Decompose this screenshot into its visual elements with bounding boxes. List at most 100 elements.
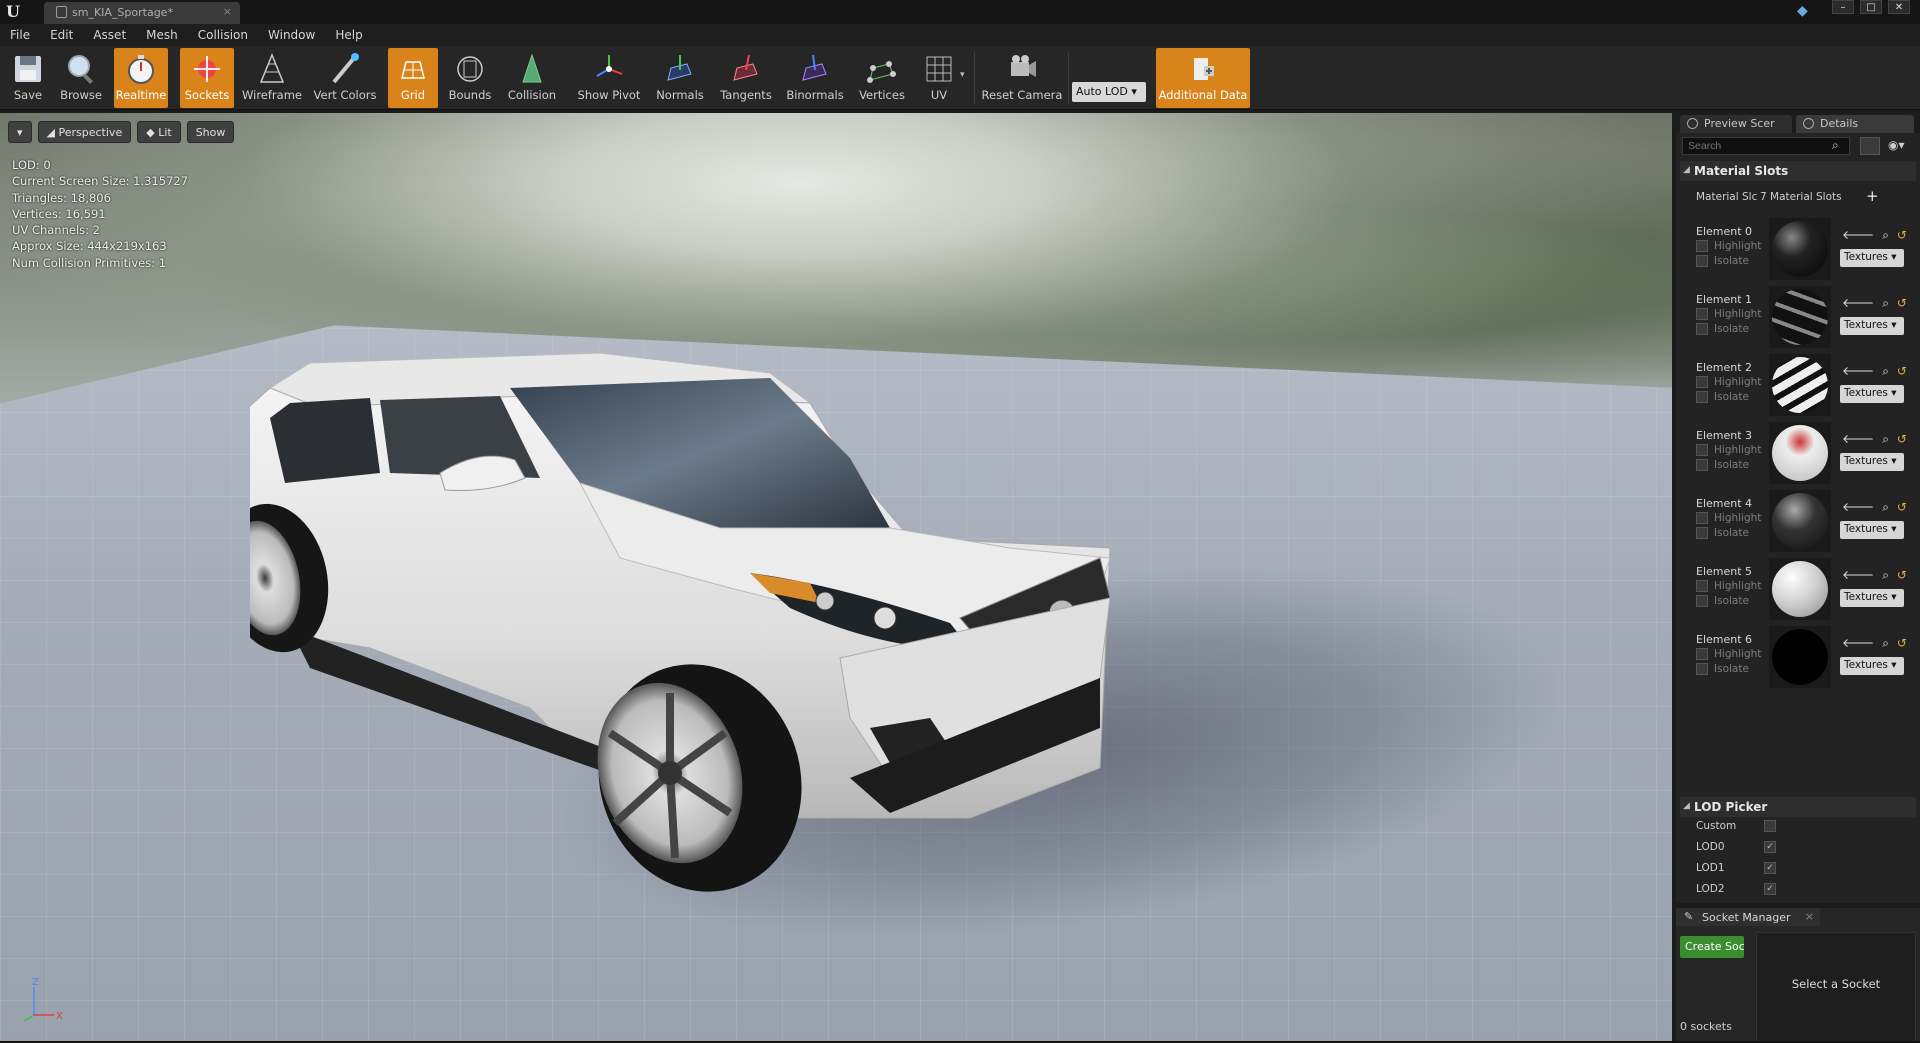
menu-collision[interactable]: Collision <box>198 24 248 46</box>
highlight-checkbox[interactable] <box>1696 240 1708 252</box>
lod-select[interactable]: Auto LOD ▾ <box>1072 82 1146 102</box>
material-thumbnail[interactable] <box>1768 557 1832 621</box>
lit-button[interactable]: ◆ Lit <box>137 121 181 143</box>
show-pivot-button[interactable]: Show Pivot <box>576 48 642 108</box>
highlight-checkbox[interactable] <box>1696 648 1708 660</box>
close-window-button[interactable]: ✕ <box>1888 0 1910 14</box>
isolate-checkbox[interactable] <box>1696 255 1708 267</box>
normals-button[interactable]: Normals <box>650 48 710 108</box>
lod2-checkbox[interactable]: ✓ <box>1764 883 1776 895</box>
menu-mesh[interactable]: Mesh <box>146 24 178 46</box>
isolate-checkbox[interactable] <box>1696 663 1708 675</box>
material-dropdown[interactable]: Textures ▾ <box>1840 249 1904 267</box>
highlight-checkbox[interactable] <box>1696 580 1708 592</box>
view-options-icon[interactable] <box>1860 137 1880 155</box>
save-button[interactable]: Save <box>6 48 50 108</box>
binormals-button[interactable]: Binormals <box>782 48 848 108</box>
reset-icon[interactable]: ↺ <box>1897 432 1915 446</box>
tab-socket-manager[interactable]: ✎ Socket Manager × <box>1676 908 1820 926</box>
reset-icon[interactable]: ↺ <box>1897 568 1915 582</box>
search-input[interactable] <box>1682 137 1850 155</box>
lod1-checkbox[interactable]: ✓ <box>1764 862 1776 874</box>
menu-asset[interactable]: Asset <box>93 24 126 46</box>
reset-icon[interactable]: ↺ <box>1897 228 1915 242</box>
reset-icon[interactable]: ↺ <box>1897 500 1915 514</box>
material-dropdown[interactable]: Textures ▾ <box>1840 521 1904 539</box>
material-thumbnail[interactable] <box>1768 285 1832 349</box>
realtime-button[interactable]: Realtime <box>114 48 168 108</box>
browse-icon[interactable]: ⌕ <box>1882 228 1897 242</box>
reset-camera-button[interactable]: Reset Camera <box>980 48 1064 108</box>
material-dropdown[interactable]: Textures ▾ <box>1840 453 1904 471</box>
lod-picker-header[interactable]: ◢ LOD Picker <box>1680 797 1916 817</box>
lod-custom-checkbox[interactable] <box>1764 820 1776 832</box>
viewport-options-button[interactable]: ▾ <box>8 121 32 143</box>
browse-icon[interactable]: ⌕ <box>1882 500 1897 514</box>
maximize-button[interactable]: □ <box>1860 0 1882 14</box>
highlight-checkbox[interactable] <box>1696 376 1708 388</box>
material-thumbnail[interactable] <box>1768 217 1832 281</box>
grid-button[interactable]: Grid <box>388 48 438 108</box>
use-selected-icon[interactable]: 🡐 <box>1842 636 1882 650</box>
vert-colors-button[interactable]: Vert Colors <box>310 48 380 108</box>
isolate-checkbox[interactable] <box>1696 391 1708 403</box>
highlight-checkbox[interactable] <box>1696 308 1708 320</box>
tab-preview-scene[interactable]: Preview Scer <box>1680 115 1792 133</box>
close-icon[interactable]: × <box>223 5 232 18</box>
use-selected-icon[interactable]: 🡐 <box>1842 296 1882 310</box>
viewport[interactable]: ▾ ◢ Perspective ◆ Lit Show LOD: 0 Curren… <box>0 113 1672 1041</box>
wireframe-button[interactable]: Wireframe <box>242 48 302 108</box>
menu-help[interactable]: Help <box>335 24 362 46</box>
additional-data-button[interactable]: Additional Data <box>1156 48 1250 108</box>
eye-icon[interactable]: ◉▾ <box>1888 138 1905 152</box>
use-selected-icon[interactable]: 🡐 <box>1842 364 1882 378</box>
sockets-button[interactable]: Sockets <box>180 48 234 108</box>
use-selected-icon[interactable]: 🡐 <box>1842 568 1882 582</box>
source-control-icon[interactable]: ◆ <box>1797 3 1815 19</box>
material-thumbnail[interactable] <box>1768 625 1832 689</box>
use-selected-icon[interactable]: 🡐 <box>1842 432 1882 446</box>
material-dropdown[interactable]: Textures ▾ <box>1840 589 1904 607</box>
menu-edit[interactable]: Edit <box>50 24 73 46</box>
use-selected-icon[interactable]: 🡐 <box>1842 228 1882 242</box>
asset-tab[interactable]: sm_KIA_Sportage* × <box>44 2 240 24</box>
lod0-checkbox[interactable]: ✓ <box>1764 841 1776 853</box>
minimize-button[interactable]: – <box>1832 0 1854 14</box>
browse-icon[interactable]: ⌕ <box>1882 432 1897 446</box>
perspective-button[interactable]: ◢ Perspective <box>37 121 132 143</box>
material-thumbnail[interactable] <box>1768 421 1832 485</box>
material-dropdown[interactable]: Textures ▾ <box>1840 385 1904 403</box>
show-button[interactable]: Show <box>186 121 235 143</box>
isolate-checkbox[interactable] <box>1696 323 1708 335</box>
bounds-button[interactable]: Bounds <box>446 48 494 108</box>
material-slots-header[interactable]: ◢ Material Slots <box>1680 161 1916 181</box>
material-thumbnail[interactable] <box>1768 353 1832 417</box>
tab-details[interactable]: Details <box>1796 115 1914 133</box>
isolate-checkbox[interactable] <box>1696 595 1708 607</box>
close-icon[interactable]: × <box>1805 910 1814 923</box>
isolate-checkbox[interactable] <box>1696 527 1708 539</box>
uv-button[interactable]: UV <box>916 48 962 108</box>
highlight-checkbox[interactable] <box>1696 512 1708 524</box>
browse-icon[interactable]: ⌕ <box>1882 296 1897 310</box>
use-selected-icon[interactable]: 🡐 <box>1842 500 1882 514</box>
vertices-button[interactable]: Vertices <box>854 48 910 108</box>
tangents-button[interactable]: Tangents <box>716 48 776 108</box>
uv-dropdown-chevron-icon[interactable]: ▾ <box>960 70 965 80</box>
menu-file[interactable]: File <box>10 24 30 46</box>
browse-icon[interactable]: ⌕ <box>1882 364 1897 378</box>
browse-icon[interactable]: ⌕ <box>1882 568 1897 582</box>
create-socket-button[interactable]: Create Soc <box>1680 936 1744 958</box>
reset-icon[interactable]: ↺ <box>1897 296 1915 310</box>
car-mesh[interactable] <box>250 348 1380 1041</box>
material-thumbnail[interactable] <box>1768 489 1832 553</box>
material-dropdown[interactable]: Textures ▾ <box>1840 657 1904 675</box>
reset-icon[interactable]: ↺ <box>1897 636 1915 650</box>
add-material-slot-button[interactable]: + <box>1866 187 1879 205</box>
reset-icon[interactable]: ↺ <box>1897 364 1915 378</box>
menu-window[interactable]: Window <box>268 24 315 46</box>
material-dropdown[interactable]: Textures ▾ <box>1840 317 1904 335</box>
collision-button[interactable]: Collision <box>502 48 562 108</box>
browse-icon[interactable]: ⌕ <box>1882 636 1897 650</box>
isolate-checkbox[interactable] <box>1696 459 1708 471</box>
